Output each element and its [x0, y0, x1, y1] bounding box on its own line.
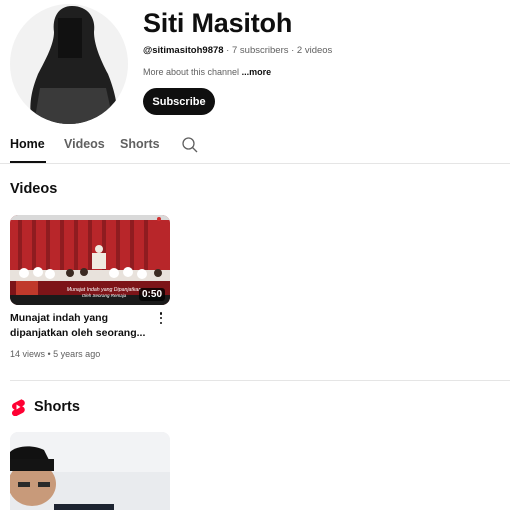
- channel-avatar[interactable]: [10, 4, 128, 124]
- tab-videos[interactable]: Videos: [64, 137, 105, 151]
- video-age: 5 years ago: [53, 349, 101, 359]
- channel-stats: · 7 subscribers · 2 videos: [223, 45, 333, 56]
- video-title[interactable]: Munajat indah yang dipanjatkan oleh seor…: [10, 311, 150, 341]
- short-thumbnail[interactable]: [10, 432, 170, 510]
- about-more[interactable]: ...more: [242, 67, 272, 77]
- svg-text:Oleh Seorang Remaja: Oleh Seorang Remaja: [82, 293, 127, 298]
- channel-meta: @sitimasitoh9878 · 7 subscribers · 2 vid…: [143, 45, 332, 56]
- channel-handle: @sitimasitoh9878: [143, 45, 224, 56]
- kebab-dot: [159, 312, 163, 315]
- shorts-section-title: Shorts: [34, 399, 80, 415]
- video-meta: 14 views • 5 years ago: [10, 349, 101, 359]
- video-views: 14 views: [10, 349, 46, 359]
- search-button[interactable]: [181, 136, 199, 154]
- kebab-dot: [159, 316, 163, 320]
- search-icon: [182, 137, 198, 153]
- shorts-section-header[interactable]: Shorts: [10, 398, 80, 416]
- videos-section-title[interactable]: Videos: [10, 181, 57, 197]
- more-actions-button[interactable]: [156, 311, 166, 325]
- channel-about-link[interactable]: More about this channel ...more: [143, 67, 271, 77]
- channel-name: Siti Masitoh: [143, 8, 293, 38]
- kebab-dot: [159, 321, 163, 324]
- section-divider: [10, 380, 510, 381]
- active-tab-indicator: [10, 161, 46, 163]
- shorts-icon: [11, 399, 25, 416]
- subscribe-button[interactable]: Subscribe: [143, 88, 215, 115]
- channel-tabs: Home Videos Shorts: [0, 133, 510, 164]
- video-duration: 0:50: [138, 288, 165, 301]
- video-thumbnail[interactable]: Munajat Indah yang Dipanjatkan Oleh Seor…: [10, 215, 170, 305]
- video-card[interactable]: Munajat Indah yang Dipanjatkan Oleh Seor…: [10, 215, 170, 359]
- tab-shorts[interactable]: Shorts: [120, 137, 160, 151]
- about-text: More about this channel: [143, 67, 242, 77]
- tab-home[interactable]: Home: [10, 137, 45, 151]
